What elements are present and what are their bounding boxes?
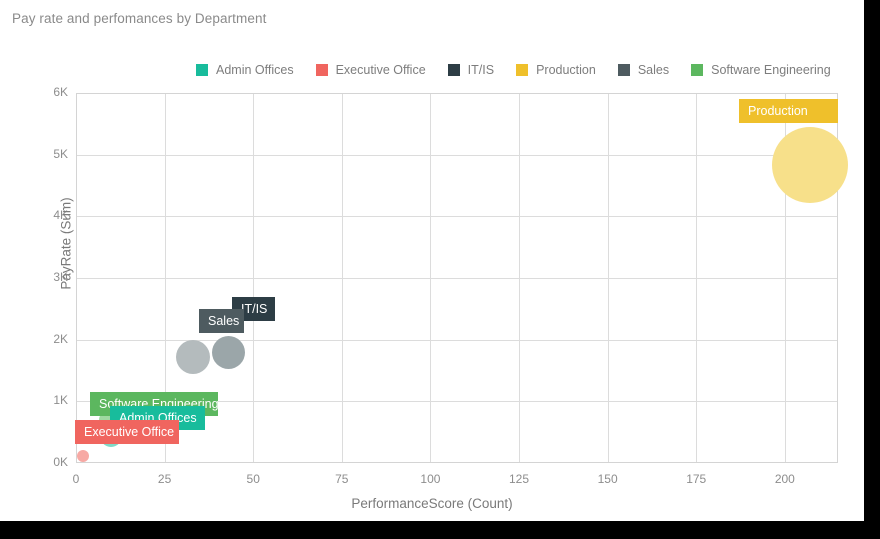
x-axis-tick-label: 100 xyxy=(420,472,441,486)
legend-item-label: IT/IS xyxy=(467,63,495,77)
gridline-horizontal xyxy=(77,278,837,279)
chart-canvas: Pay rate and perfomances by Department A… xyxy=(0,0,864,521)
legend-item-label: Software Engineering xyxy=(711,63,831,77)
gridline-vertical xyxy=(519,94,521,462)
legend-item-label: Admin Offices xyxy=(216,63,294,77)
gridline-horizontal xyxy=(77,216,837,218)
legend-item-label: Executive Office xyxy=(335,63,426,77)
legend-swatch-icon xyxy=(516,64,529,76)
legend-swatch-icon xyxy=(617,64,630,76)
y-axis-title: PayRate (Sum) xyxy=(58,197,74,290)
x-axis-tick-label: 150 xyxy=(597,472,618,486)
legend-swatch-icon xyxy=(447,64,460,76)
legend-item-it-is[interactable]: IT/IS xyxy=(447,63,495,77)
y-axis-tick-label: 1K xyxy=(53,393,68,408)
gridline-vertical xyxy=(341,94,343,462)
legend-item-sales[interactable]: Sales xyxy=(617,63,670,77)
legend-item-production[interactable]: Production xyxy=(516,63,596,77)
screen-background: Pay rate and perfomances by Department A… xyxy=(0,0,880,539)
x-axis-tick-label: 75 xyxy=(335,472,349,486)
x-axis-tick-label: 175 xyxy=(686,472,707,486)
x-axis-tick-label: 200 xyxy=(774,472,795,486)
legend-item-admin-offices[interactable]: Admin Offices xyxy=(196,63,294,77)
bubble-it-is[interactable] xyxy=(211,336,245,370)
y-axis-tick-label: 2K xyxy=(53,331,68,346)
legend-item-label: Production xyxy=(536,63,596,77)
x-axis-tick-label: 125 xyxy=(509,472,530,486)
chart-legend: Admin Offices Executive Office IT/IS Produc… xyxy=(196,60,853,80)
gridline-vertical xyxy=(607,94,609,462)
legend-item-label: Sales xyxy=(637,63,670,77)
legend-swatch-icon xyxy=(196,64,208,76)
legend-item-software-engineering[interactable]: Software Engineering xyxy=(691,63,831,77)
bubble-production[interactable] xyxy=(771,127,848,204)
y-axis-tick-label: 0K xyxy=(53,455,68,469)
legend-swatch-icon xyxy=(315,64,328,76)
gridline-vertical xyxy=(430,94,432,462)
data-label-production[interactable]: Production xyxy=(739,99,838,123)
bubble-sales[interactable] xyxy=(175,339,210,374)
x-axis-tick-label: 0 xyxy=(72,472,80,486)
chart-title: Pay rate and perfomances by Department xyxy=(12,11,267,26)
bubble-executive-office[interactable] xyxy=(77,449,90,462)
y-axis-tick-label: 5K xyxy=(53,146,68,161)
gridline-vertical xyxy=(696,94,698,462)
gridline-vertical xyxy=(253,94,255,462)
legend-swatch-icon xyxy=(691,64,704,76)
y-axis-tick-label: 6K xyxy=(53,85,68,99)
data-label-executive-office[interactable]: Executive Office xyxy=(75,420,179,444)
legend-item-executive-office[interactable]: Executive Office xyxy=(315,63,426,77)
x-axis-title: PerformanceScore (Count) xyxy=(351,496,513,511)
x-axis-tick-label: 50 xyxy=(246,472,260,486)
x-axis-tick-label: 25 xyxy=(157,472,172,486)
gridline-horizontal xyxy=(77,154,837,156)
data-label-sales[interactable]: Sales xyxy=(199,309,244,333)
